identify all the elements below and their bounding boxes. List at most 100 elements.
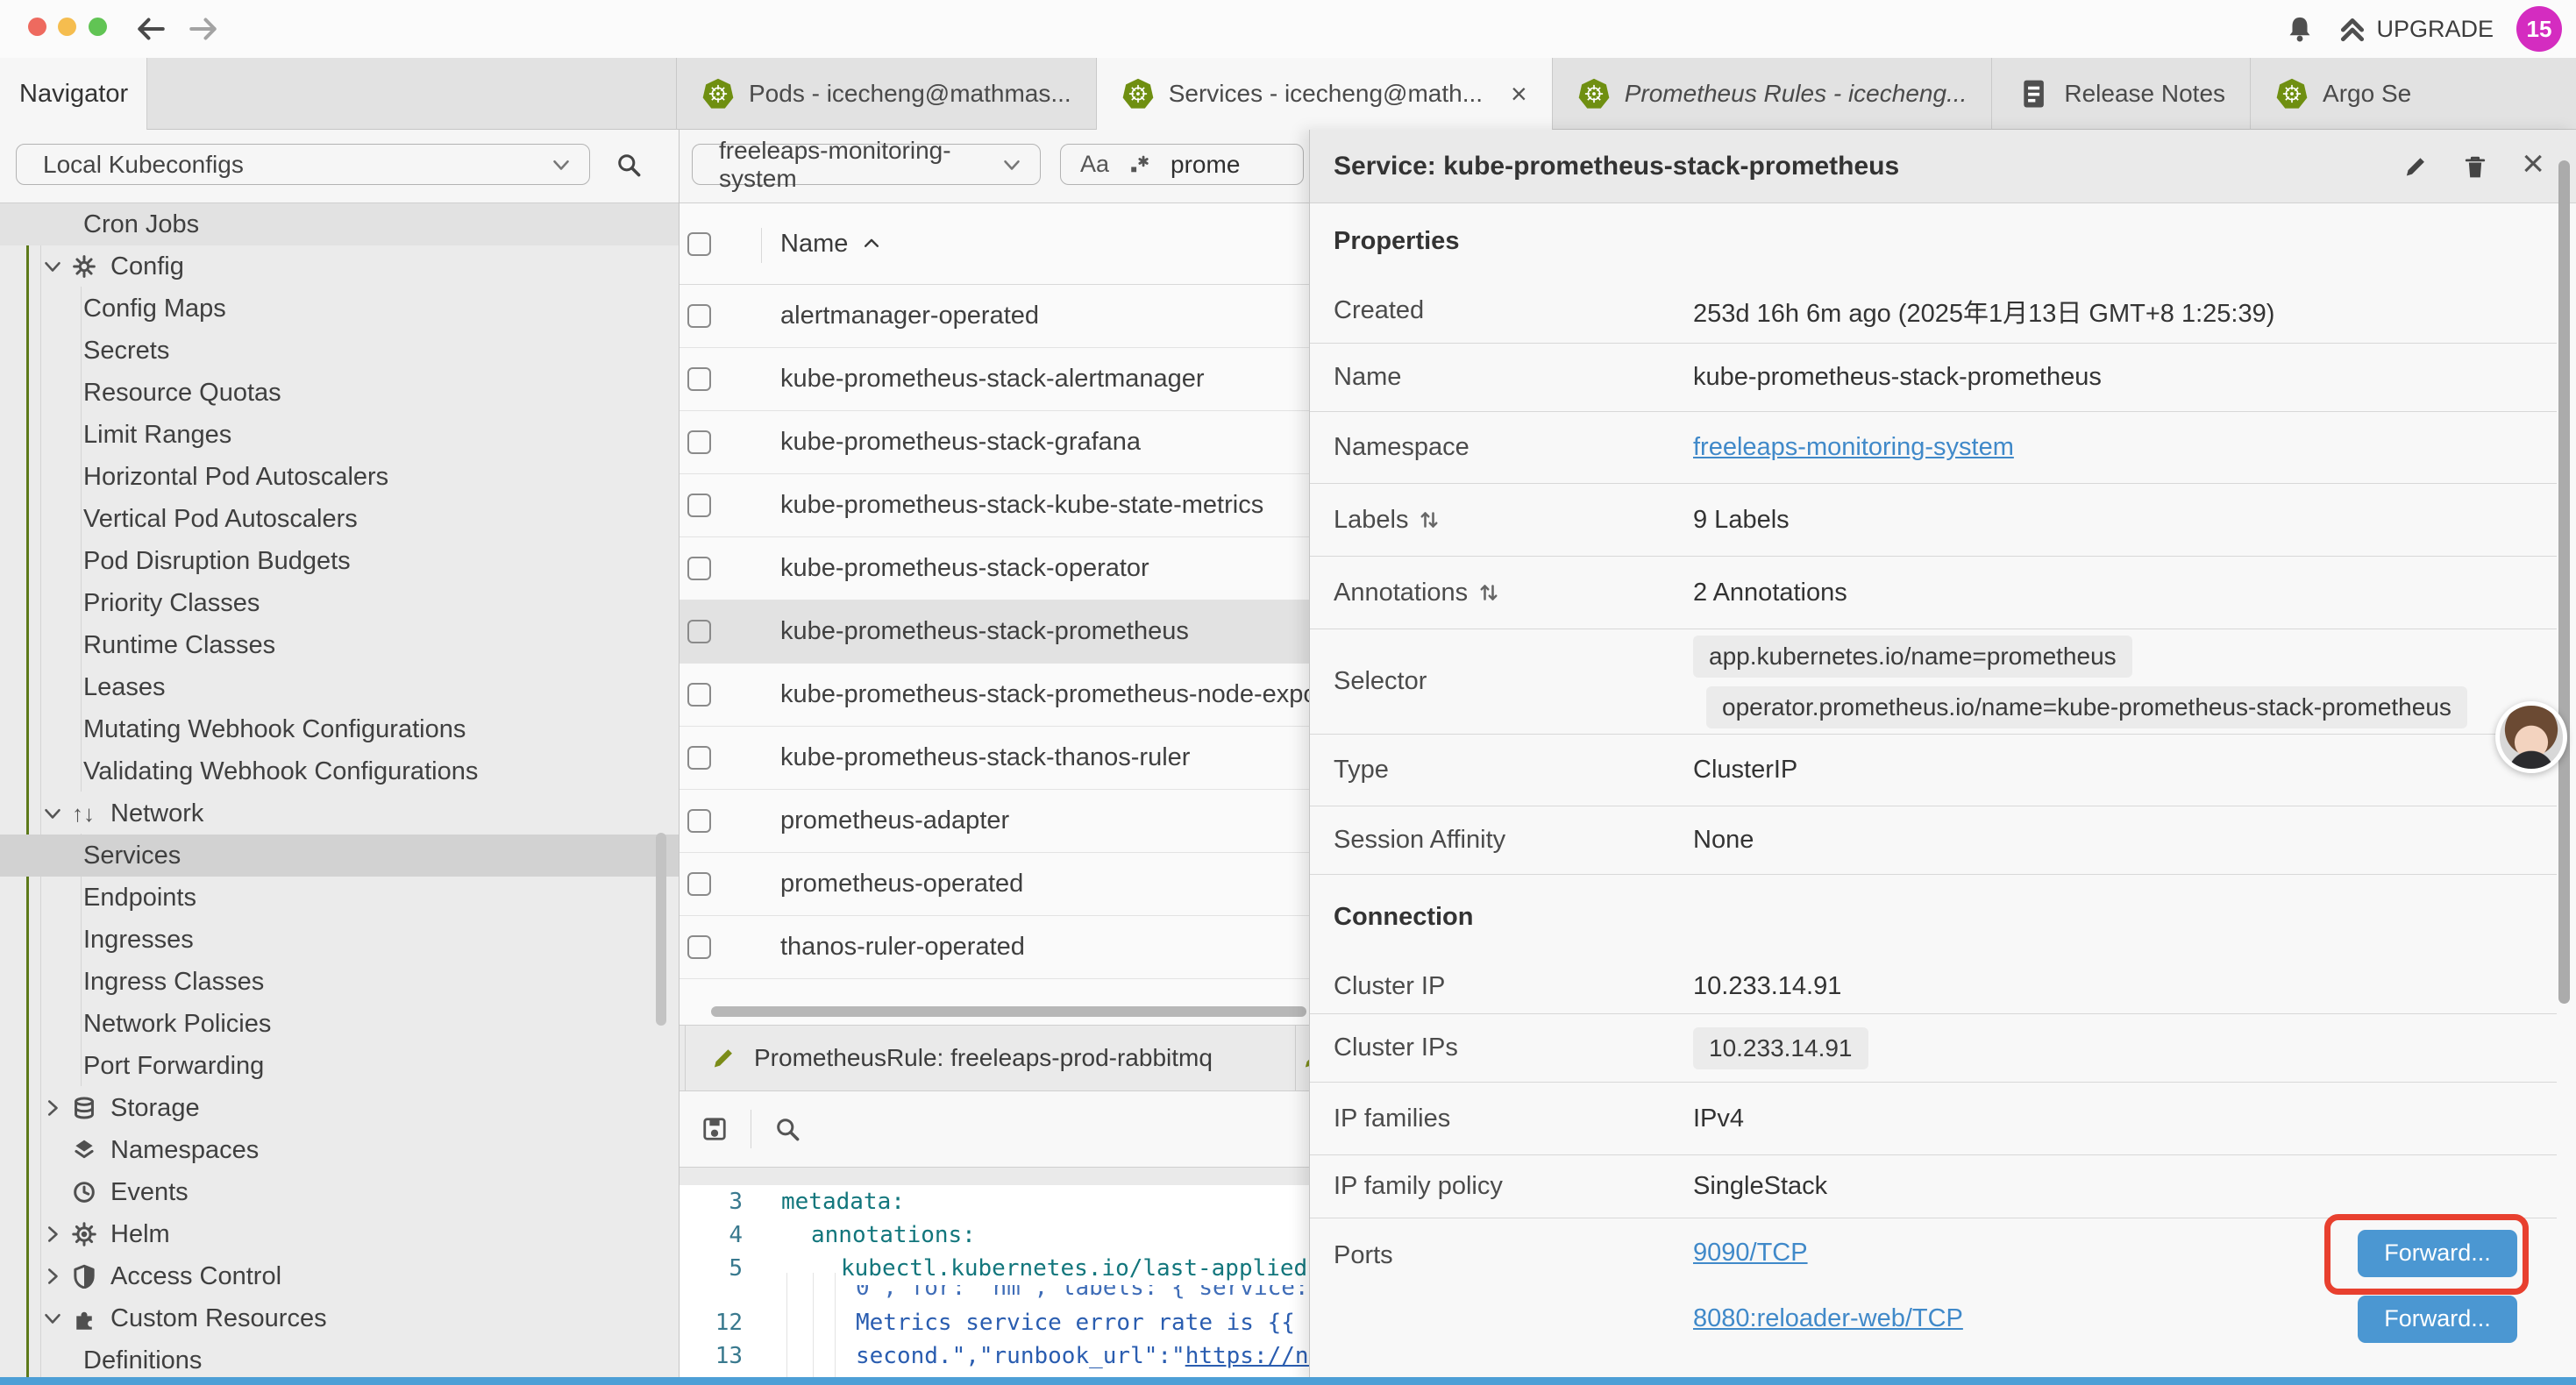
- sidebar-item[interactable]: Ingress Classes: [0, 961, 679, 1003]
- window-minimize-button[interactable]: [58, 18, 76, 36]
- row-checkbox[interactable]: [687, 367, 711, 391]
- table-row[interactable]: kube-prometheus-stack-thanos-ruler: [680, 727, 1309, 790]
- sidebar-item[interactable]: Network Policies: [0, 1003, 679, 1045]
- sidebar-item[interactable]: Secrets: [0, 330, 679, 372]
- window-maximize-button[interactable]: [89, 18, 107, 36]
- sidebar-item[interactable]: Leases: [0, 666, 679, 708]
- details-scrollbar[interactable]: [2558, 160, 2570, 1004]
- sidebar-item[interactable]: Events: [0, 1171, 679, 1213]
- sidebar-item[interactable]: Config: [0, 245, 679, 288]
- table-row[interactable]: kube-prometheus-stack-prometheus-node-ex…: [680, 664, 1309, 727]
- row-checkbox[interactable]: [687, 935, 711, 959]
- sidebar-item[interactable]: Definitions: [0, 1339, 679, 1381]
- row-checkbox[interactable]: [687, 304, 711, 328]
- namespace-selector[interactable]: freeleaps-monitoring-system: [692, 144, 1041, 185]
- row-checkbox[interactable]: [687, 620, 711, 643]
- sidebar-item[interactable]: Endpoints: [0, 877, 679, 919]
- table-row[interactable]: prometheus-adapter: [680, 790, 1309, 853]
- tab-navigator[interactable]: Navigator: [0, 58, 147, 130]
- row-checkbox[interactable]: [687, 683, 711, 707]
- notifications-bell-icon[interactable]: [2285, 14, 2315, 44]
- kubeconfig-selector[interactable]: Local Kubeconfigs: [16, 144, 590, 185]
- sidebar-item[interactable]: ↑↓ Network: [0, 792, 679, 835]
- close-tab-icon[interactable]: ×: [1511, 78, 1527, 110]
- cluster-tab[interactable]: Argo Se: [2250, 58, 2436, 130]
- table-row[interactable]: kube-prometheus-stack-kube-state-metrics: [680, 474, 1309, 537]
- edit-pencil-icon[interactable]: [2402, 153, 2429, 180]
- sidebar-item[interactable]: Access Control: [0, 1255, 679, 1297]
- row-checkbox[interactable]: [687, 872, 711, 896]
- table-horizontal-scrollbar[interactable]: [711, 1006, 1306, 1017]
- expand-sort-icon[interactable]: [1419, 509, 1440, 530]
- close-panel-icon[interactable]: ×: [2522, 145, 2544, 183]
- yaml-editor[interactable]: 3 metadata: 4 annotations: 5 kubectl.kub…: [680, 1185, 1309, 1385]
- sidebar-controls: Local Kubeconfigs: [0, 130, 679, 203]
- cluster-tab[interactable]: Pods - icecheng@mathmas...: [676, 58, 1096, 130]
- port-forward-link[interactable]: 9090/TCP: [1693, 1239, 1808, 1268]
- sidebar-item[interactable]: Services: [0, 835, 679, 877]
- sidebar-item[interactable]: Config Maps: [0, 288, 679, 330]
- sidebar-item[interactable]: Port Forwarding: [0, 1045, 679, 1087]
- forward-arrow-icon[interactable]: [186, 11, 221, 46]
- code-link[interactable]: https://net: [1185, 1343, 1309, 1369]
- namespace-link[interactable]: freeleaps-monitoring-system: [1693, 433, 2014, 462]
- sidebar-item[interactable]: Priority Classes: [0, 582, 679, 624]
- row-checkbox[interactable]: [687, 557, 711, 580]
- sidebar-item[interactable]: Custom Resources: [0, 1297, 679, 1339]
- code-line: 3 metadata:: [680, 1185, 1309, 1218]
- table-row[interactable]: kube-prometheus-stack-operator: [680, 537, 1309, 600]
- regex-toggle-icon[interactable]: [1128, 153, 1151, 176]
- cluster-tab[interactable]: Prometheus Rules - icecheng...: [1552, 58, 1992, 130]
- sidebar-item[interactable]: Limit Ranges: [0, 414, 679, 456]
- clock-icon: [72, 1180, 110, 1204]
- service-details-panel: Service: kube-prometheus-stack-prometheu…: [1309, 130, 2576, 1385]
- cluster-tab[interactable]: Services - icecheng@math... ×: [1096, 58, 1552, 130]
- sidebar-item[interactable]: Runtime Classes: [0, 624, 679, 666]
- port-forward-link[interactable]: 8080:reloader-web/TCP: [1693, 1304, 1963, 1333]
- notifications-count-badge[interactable]: 15: [2516, 6, 2562, 52]
- upgrade-button[interactable]: UPGRADE: [2338, 14, 2494, 44]
- sidebar-scrollbar[interactable]: [656, 833, 666, 1026]
- row-checkbox[interactable]: [687, 809, 711, 833]
- table-row[interactable]: kube-prometheus-stack-grafana: [680, 411, 1309, 474]
- editor-tab[interactable]: PrometheusRule: freeleaps-prod-rabbitmq: [685, 1026, 1296, 1090]
- sidebar-item[interactable]: Namespaces: [0, 1129, 679, 1171]
- sidebar-item[interactable]: Ingresses: [0, 919, 679, 961]
- annotations-value: 2 Annotations: [1693, 579, 1847, 607]
- sidebar-item[interactable]: Pod Disruption Budgets: [0, 540, 679, 582]
- forward-button[interactable]: Forward...: [2358, 1296, 2517, 1343]
- pencil-icon: [1301, 1045, 1309, 1071]
- row-checkbox[interactable]: [687, 746, 711, 770]
- editor-search-icon[interactable]: [774, 1116, 801, 1142]
- table-row[interactable]: kube-prometheus-stack-prometheus: [680, 600, 1309, 664]
- sidebar-item[interactable]: Storage: [0, 1087, 679, 1129]
- sidebar-item[interactable]: Helm: [0, 1213, 679, 1255]
- sidebar-search-icon[interactable]: [616, 152, 642, 178]
- back-arrow-icon[interactable]: [133, 11, 168, 46]
- match-case-toggle[interactable]: Aa: [1080, 151, 1109, 178]
- row-checkbox[interactable]: [687, 430, 711, 454]
- select-all-checkbox[interactable]: [687, 232, 711, 256]
- sidebar-item[interactable]: Mutating Webhook Configurations: [0, 708, 679, 750]
- sidebar-item[interactable]: Validating Webhook Configurations: [0, 750, 679, 792]
- editor-tab-partial[interactable]: [1296, 1026, 1309, 1090]
- sidebar-item[interactable]: Resource Quotas: [0, 372, 679, 414]
- sidebar-item[interactable]: Horizontal Pod Autoscalers: [0, 456, 679, 498]
- sidebar-item[interactable]: Cron Jobs: [0, 203, 679, 245]
- delete-trash-icon[interactable]: [2462, 153, 2488, 180]
- filter-input[interactable]: Aa prome: [1060, 144, 1304, 185]
- table-row[interactable]: prometheus-operated: [680, 853, 1309, 916]
- row-checkbox[interactable]: [687, 494, 711, 517]
- sidebar-item[interactable]: Vertical Pod Autoscalers: [0, 498, 679, 540]
- assistant-avatar[interactable]: [2495, 701, 2567, 773]
- table-row[interactable]: kube-prometheus-stack-alertmanager: [680, 348, 1309, 411]
- window-close-button[interactable]: [28, 18, 46, 36]
- name-column-header[interactable]: Name: [780, 203, 881, 284]
- cluster-tab[interactable]: Release Notes: [1991, 58, 2250, 130]
- services-list-panel: freeleaps-monitoring-system Aa prome Nam…: [680, 130, 1309, 1385]
- table-row[interactable]: alertmanager-operated: [680, 285, 1309, 348]
- forward-button[interactable]: Forward...: [2358, 1230, 2517, 1277]
- expand-sort-icon[interactable]: [1478, 582, 1499, 603]
- table-row[interactable]: thanos-ruler-operated: [680, 916, 1309, 979]
- save-icon[interactable]: [701, 1116, 728, 1142]
